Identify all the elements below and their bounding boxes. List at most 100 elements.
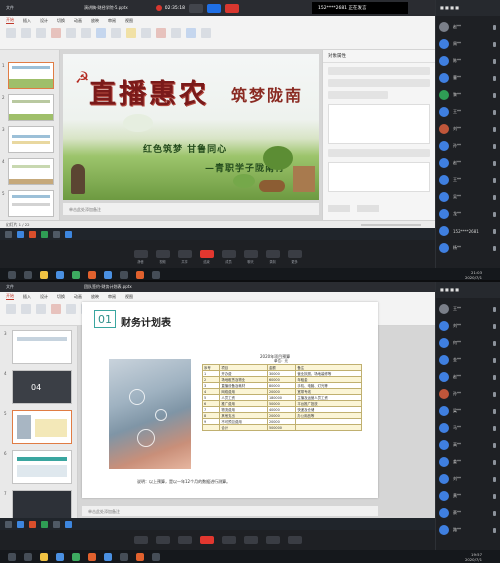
bold-icon[interactable] [66, 304, 76, 314]
ribbon-tab[interactable]: 设计 [40, 18, 48, 24]
new-slide-icon[interactable] [36, 304, 46, 314]
italic-icon[interactable] [81, 28, 91, 38]
mute-button[interactable] [133, 536, 148, 544]
participant-row[interactable]: 姜** [439, 455, 499, 469]
bold-icon[interactable] [66, 28, 76, 38]
reset-button[interactable] [357, 205, 379, 212]
participant-row[interactable]: 王** [439, 302, 499, 316]
mute-button[interactable]: 静音 [133, 250, 148, 264]
ribbon-tab[interactable]: 切换 [57, 18, 65, 24]
ribbon-tab[interactable]: 插入 [23, 294, 31, 300]
members-button[interactable] [221, 536, 236, 544]
ribbon-tab[interactable]: 插入 [23, 18, 31, 24]
end-meeting-button[interactable]: 结束 [199, 250, 214, 264]
meeting-tab[interactable]: 文件 [6, 284, 14, 290]
participant-row[interactable]: 赵** [439, 156, 499, 170]
ribbon-tab[interactable]: 视图 [125, 294, 133, 300]
folder-icon[interactable] [53, 520, 60, 528]
record-button[interactable]: 录制 [265, 250, 280, 264]
end-meeting-button[interactable] [199, 536, 214, 544]
cut-icon[interactable] [21, 28, 31, 38]
participant-row[interactable]: 马** [439, 421, 499, 435]
share-screen-button[interactable]: 共享 [177, 250, 192, 264]
app-icon[interactable] [136, 270, 144, 279]
participant-row[interactable]: 赵** [439, 370, 499, 384]
meeting-tab[interactable]: 文件 [6, 5, 14, 11]
participant-row[interactable]: 梁** [439, 404, 499, 418]
app-icon[interactable] [136, 552, 144, 561]
more-button[interactable]: 更多 [287, 250, 302, 264]
participant-row[interactable]: 黄** [439, 489, 499, 503]
chat-button[interactable]: 聊天 [243, 250, 258, 264]
slide-thumbnail[interactable]: 6 [4, 450, 72, 484]
windows-start-icon[interactable] [8, 270, 16, 279]
video-button[interactable] [155, 536, 170, 544]
text-box-icon[interactable] [96, 28, 106, 38]
app-icon[interactable] [120, 552, 128, 561]
browser-icon[interactable] [17, 520, 24, 528]
arrange-icon[interactable] [126, 28, 136, 38]
pause-button[interactable] [206, 3, 221, 13]
share-button[interactable] [188, 3, 203, 13]
current-slide[interactable]: 01 财务计划表 2020年项目预算 单位：元 序号 项目 金额 备注 1 开办费 3000… [82, 302, 378, 498]
participant-row[interactable]: 龙** [439, 207, 499, 221]
chat-button[interactable] [243, 536, 258, 544]
ribbon-tab[interactable]: 开始 [6, 293, 14, 300]
meeting-taskbar-icon[interactable] [104, 552, 112, 561]
start-icon[interactable] [5, 230, 12, 238]
search-icon[interactable] [24, 270, 32, 279]
participant-row[interactable]: 吴** [439, 190, 499, 204]
slide-thumbnail[interactable]: 4 04 [4, 370, 72, 404]
current-slide[interactable]: ☭ 直播惠农 筑梦陇南 红色筑梦 甘鲁同心 —青职学子陇南行 [63, 54, 319, 200]
participant-row[interactable]: 孙** [439, 139, 499, 153]
paste-icon[interactable] [6, 28, 16, 38]
font-color-icon[interactable] [51, 304, 61, 314]
participant-row[interactable]: 金** [439, 353, 499, 367]
replace-icon[interactable] [171, 28, 181, 38]
select-icon[interactable] [201, 28, 211, 38]
apply-button[interactable] [328, 205, 350, 212]
slide-editor[interactable]: ☭ 直播惠农 筑梦陇南 红色筑梦 甘鲁同心 —青职学子陇南行 单击此处添加备注 [60, 50, 322, 220]
wechat-icon[interactable] [41, 230, 48, 238]
record-button[interactable] [265, 536, 280, 544]
ribbon-tab[interactable]: 开始 [6, 17, 14, 24]
wechat-taskbar-icon[interactable] [72, 552, 80, 561]
property-row[interactable] [328, 91, 388, 99]
ribbon-tab[interactable]: 动画 [74, 18, 82, 24]
folder-icon[interactable] [53, 230, 60, 238]
participant-row[interactable]: 杨** [439, 241, 499, 255]
new-slide-icon[interactable] [36, 28, 46, 38]
font-color-icon[interactable] [51, 28, 61, 38]
wps-icon[interactable] [29, 520, 36, 528]
slide-thumbnail[interactable]: 3 [4, 330, 72, 364]
notes-box[interactable]: 单击此处添加备注 [63, 203, 319, 215]
edge-icon[interactable] [56, 270, 64, 279]
participant-row[interactable]: 王** [439, 105, 499, 119]
ribbon-tab[interactable]: 动画 [74, 294, 82, 300]
record-icon[interactable] [186, 28, 196, 38]
explorer-icon[interactable] [40, 552, 48, 561]
ribbon-tab[interactable]: 审阅 [108, 294, 116, 300]
ribbon-tab[interactable]: 切换 [57, 294, 65, 300]
property-row[interactable] [328, 67, 430, 75]
paste-icon[interactable] [6, 304, 16, 314]
app-icon[interactable] [152, 270, 160, 279]
shape-icon[interactable] [111, 28, 121, 38]
wps-taskbar-icon[interactable] [88, 270, 96, 279]
explorer-icon[interactable] [40, 270, 48, 279]
play-icon[interactable] [156, 28, 166, 38]
wps-icon[interactable] [29, 230, 36, 238]
app-icon[interactable] [120, 270, 128, 279]
app-icon[interactable] [152, 552, 160, 561]
meeting-app-icon[interactable] [65, 230, 72, 238]
participant-row[interactable]: 高** [439, 438, 499, 452]
edge-icon[interactable] [56, 552, 64, 561]
find-icon[interactable] [141, 28, 151, 38]
ribbon-tab[interactable]: 视图 [125, 18, 133, 24]
ribbon-tab[interactable]: 放映 [91, 18, 99, 24]
windows-start-icon[interactable] [8, 552, 16, 561]
property-box[interactable] [328, 104, 430, 144]
ribbon-tab[interactable]: 设计 [40, 294, 48, 300]
participant-row[interactable]: 何** [439, 336, 499, 350]
slide-thumbnail[interactable]: 5 [2, 190, 54, 217]
